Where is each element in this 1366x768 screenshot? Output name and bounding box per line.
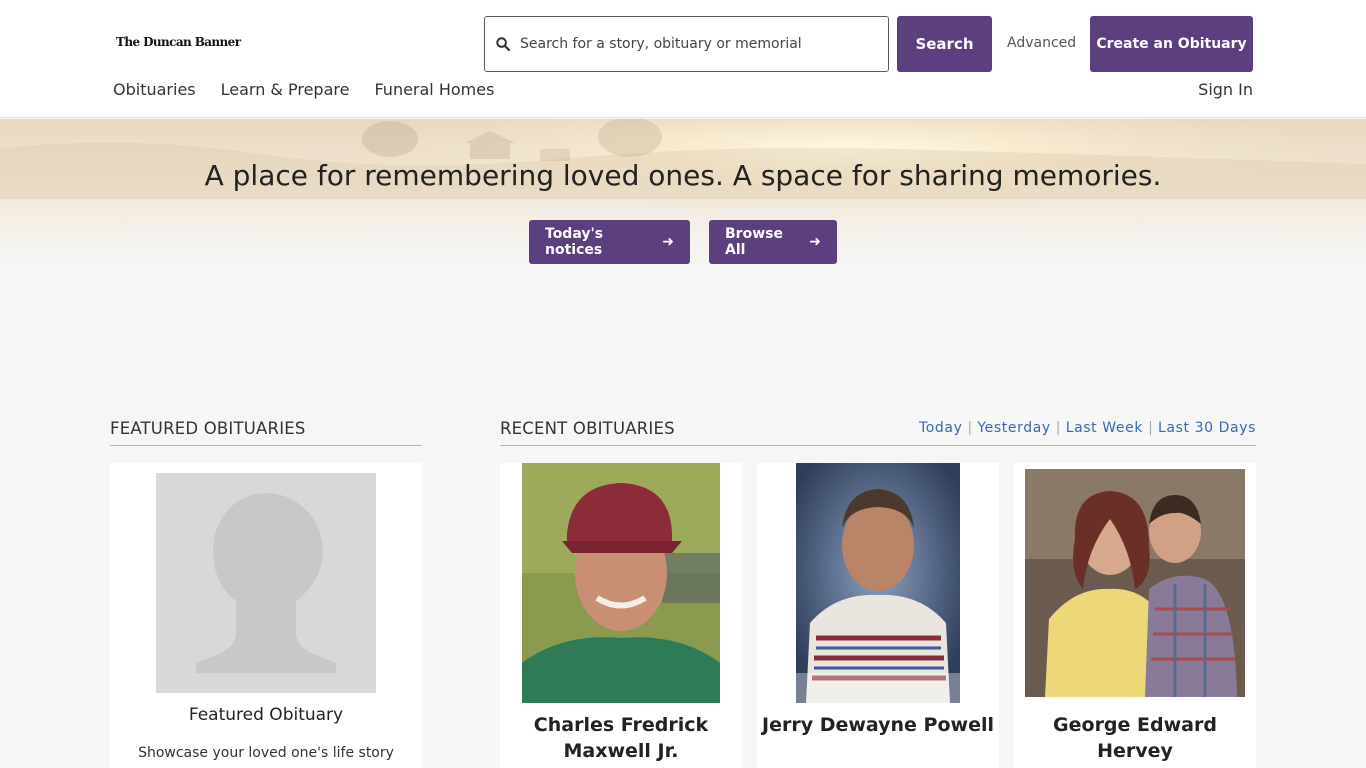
nav-obituaries[interactable]: Obituaries <box>113 80 196 99</box>
filter-yesterday[interactable]: Yesterday <box>977 420 1050 436</box>
hero-banner: A place for remembering loved ones. A sp… <box>0 119 1366 279</box>
person-silhouette-icon <box>156 473 376 693</box>
arrow-right-icon: ➜ <box>809 234 821 250</box>
filter-last-week[interactable]: Last Week <box>1066 420 1143 436</box>
obituary-name-line2[interactable]: Hervey <box>1014 738 1256 764</box>
obituary-name-line1[interactable]: George Edward <box>1014 712 1256 738</box>
todays-notices-button[interactable]: Today's notices ➜ <box>529 220 690 264</box>
create-obituary-button[interactable]: Create an Obituary <box>1090 16 1253 72</box>
advanced-search-link[interactable]: Advanced <box>1007 35 1076 51</box>
sign-in-link[interactable]: Sign In <box>1198 80 1253 99</box>
site-logo[interactable]: The Duncan Banner <box>116 35 240 49</box>
filter-separator: | <box>1056 420 1061 436</box>
search-input[interactable] <box>520 18 880 70</box>
browse-all-label: Browse All <box>725 226 799 258</box>
nav-funeral-homes[interactable]: Funeral Homes <box>374 80 494 99</box>
browse-all-button[interactable]: Browse All ➜ <box>709 220 837 264</box>
obituary-name-line1[interactable]: Jerry Dewayne Powell <box>757 712 999 738</box>
recent-obituaries-heading: RECENT OBITUARIES Today | Yesterday | La… <box>500 419 1256 446</box>
todays-notices-label: Today's notices <box>545 226 652 258</box>
date-filters: Today | Yesterday | Last Week | Last 30 … <box>919 420 1256 436</box>
filter-separator: | <box>1148 420 1153 436</box>
obituary-photo <box>522 463 720 703</box>
search-button[interactable]: Search <box>897 16 992 72</box>
featured-obituaries-heading: FEATURED OBITUARIES <box>110 419 422 446</box>
placeholder-avatar <box>156 473 376 693</box>
filter-today[interactable]: Today <box>919 420 963 436</box>
obituary-name-line2[interactable]: Maxwell Jr. <box>500 738 742 764</box>
obituary-card[interactable]: Jerry Dewayne Powell <box>757 463 999 768</box>
site-header: The Duncan Banner Search Advanced Create… <box>0 0 1366 118</box>
featured-obituary-label: Featured Obituary <box>110 705 422 725</box>
nav-learn-prepare[interactable]: Learn & Prepare <box>221 80 350 99</box>
hero-title: A place for remembering loved ones. A sp… <box>0 159 1366 192</box>
recent-obituaries-title: RECENT OBITUARIES <box>500 419 675 438</box>
main-nav: Obituaries Learn & Prepare Funeral Homes <box>113 80 519 99</box>
arrow-right-icon: ➜ <box>662 234 674 250</box>
search-icon <box>496 37 510 51</box>
obituary-card[interactable]: George Edward Hervey <box>1014 463 1256 768</box>
search-box[interactable] <box>484 16 889 72</box>
obituary-photo <box>796 463 960 703</box>
featured-obituary-description: Showcase your loved one's life story <box>110 745 422 761</box>
filter-separator: | <box>967 420 972 436</box>
featured-obituary-card[interactable]: Featured Obituary Showcase your loved on… <box>110 463 422 768</box>
obituary-photo <box>1025 469 1245 697</box>
obituary-name-line1[interactable]: Charles Fredrick <box>500 712 742 738</box>
obituary-card[interactable]: Charles Fredrick Maxwell Jr. <box>500 463 742 768</box>
filter-last-30-days[interactable]: Last 30 Days <box>1158 420 1256 436</box>
